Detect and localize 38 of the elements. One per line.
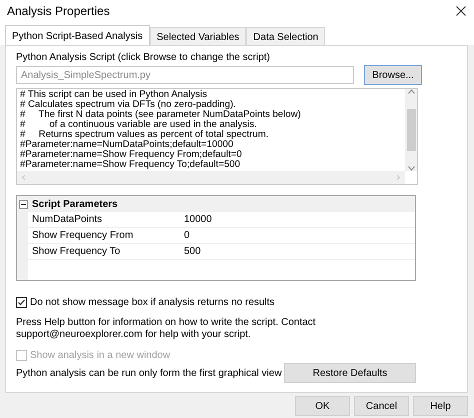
window-title: Analysis Properties — [7, 4, 110, 18]
note-text: Python analysis can be run only form the first graphical view — [16, 368, 282, 378]
scroll-up-icon[interactable] — [408, 89, 414, 94]
property-value[interactable]: 0 — [184, 230, 190, 241]
close-icon[interactable] — [456, 6, 466, 16]
checkbox-label: Do not show message box if analysis returns no results — [30, 297, 275, 308]
property-value[interactable]: 500 — [184, 246, 201, 257]
dialog-button[interactable]: Help — [413, 396, 468, 416]
checkbox-label: Show analysis in a new window — [30, 350, 170, 361]
code-line: # of a continuous variable are used in the analysis. — [20, 120, 258, 130]
scroll-right-icon[interactable] — [395, 175, 402, 180]
property-name: Show Frequency To — [31, 246, 122, 257]
tab[interactable]: Selected Variables — [150, 27, 246, 45]
property-value[interactable]: 10000 — [184, 214, 212, 225]
scrollbar-thumb[interactable] — [406, 109, 416, 151]
property-name: NumDataPoints — [31, 214, 104, 225]
code-line: #Parameter:name=Show Frequency To;default=500 — [20, 160, 242, 170]
code-line: #Parameter:name=Show Frequency From;default=0 — [20, 150, 243, 160]
script-editor[interactable] — [16, 88, 418, 185]
restore-defaults-button[interactable]: Restore Defaults — [284, 363, 416, 383]
browse-button[interactable]: Browse... — [364, 65, 422, 85]
category-title: Script Parameters — [32, 198, 118, 210]
checkbox[interactable] — [16, 297, 27, 308]
scroll-down-icon[interactable] — [408, 166, 414, 171]
dialog-button[interactable]: Cancel — [354, 396, 409, 416]
dialog-button[interactable]: OK — [295, 396, 350, 416]
tab[interactable]: Python Script-Based Analysis — [5, 25, 150, 45]
property-name: Show Frequency From — [31, 230, 134, 241]
collapse-icon[interactable] — [19, 200, 28, 208]
tab[interactable]: Data Selection — [246, 27, 326, 45]
code-line: #Parameter:name=NumDataPoints;default=10000 — [20, 140, 234, 150]
code-line: # Calculates spectrum via DFTs (no zero-padding). — [20, 100, 237, 110]
code-line: # This script can be used in Python Analysis — [20, 90, 208, 100]
code-line: # The first N data points (see parameter NumDataPoints below) — [20, 110, 302, 120]
scroll-left-icon[interactable] — [20, 175, 27, 180]
field-label: Python Analysis Script (click Browse to change the script) — [16, 52, 271, 63]
code-line: # Returns spectrum values as percent of total spectrum. — [20, 130, 270, 140]
help-text: Press Help button for information on how to write the script. Contact support@neuroexplorer.com for help with your script. — [16, 317, 317, 341]
